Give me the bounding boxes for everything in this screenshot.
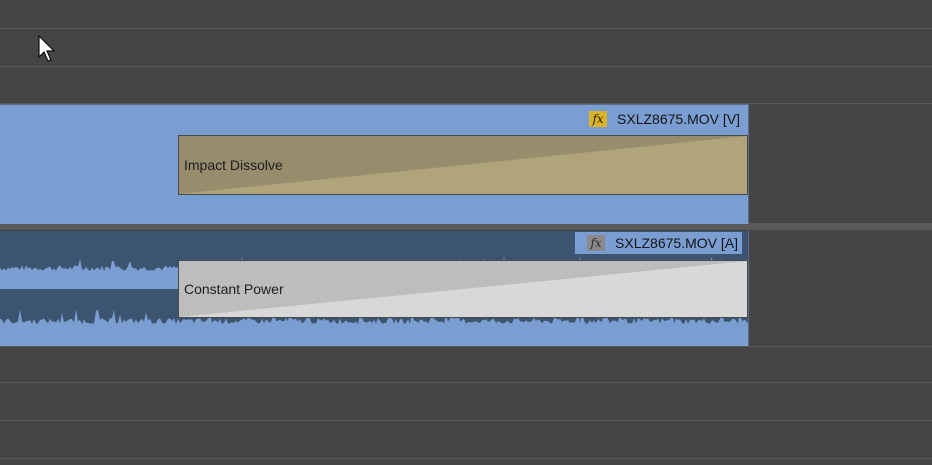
track-divider <box>0 28 932 29</box>
audio-transition[interactable]: Constant Power <box>178 260 748 318</box>
track-divider <box>0 66 932 67</box>
audio-clip[interactable]: fx SXLZ8675.MOV [A] Constant Power <box>0 231 749 346</box>
track-divider <box>0 346 932 347</box>
video-transition-label: Impact Dissolve <box>184 157 283 173</box>
video-clip[interactable]: fx SXLZ8675.MOV [V] Impact Dissolve <box>0 104 749 224</box>
mouse-pointer-icon <box>38 35 56 62</box>
track-divider <box>0 420 932 421</box>
video-transition[interactable]: Impact Dissolve <box>178 135 748 195</box>
audio-transition-label: Constant Power <box>184 281 284 297</box>
audio-clip-header: fx SXLZ8675.MOV [A] <box>575 232 742 254</box>
track-divider <box>0 382 932 383</box>
video-clip-header: fx SXLZ8675.MOV [V] <box>589 109 740 129</box>
audio-clip-name: SXLZ8675.MOV [A] <box>615 235 738 251</box>
video-clip-name: SXLZ8675.MOV [V] <box>617 111 740 127</box>
fx-badge-icon[interactable]: fx <box>587 235 606 251</box>
track-divider <box>0 458 932 459</box>
video-audio-separator[interactable] <box>0 224 932 230</box>
fx-badge-icon[interactable]: fx <box>589 111 608 127</box>
